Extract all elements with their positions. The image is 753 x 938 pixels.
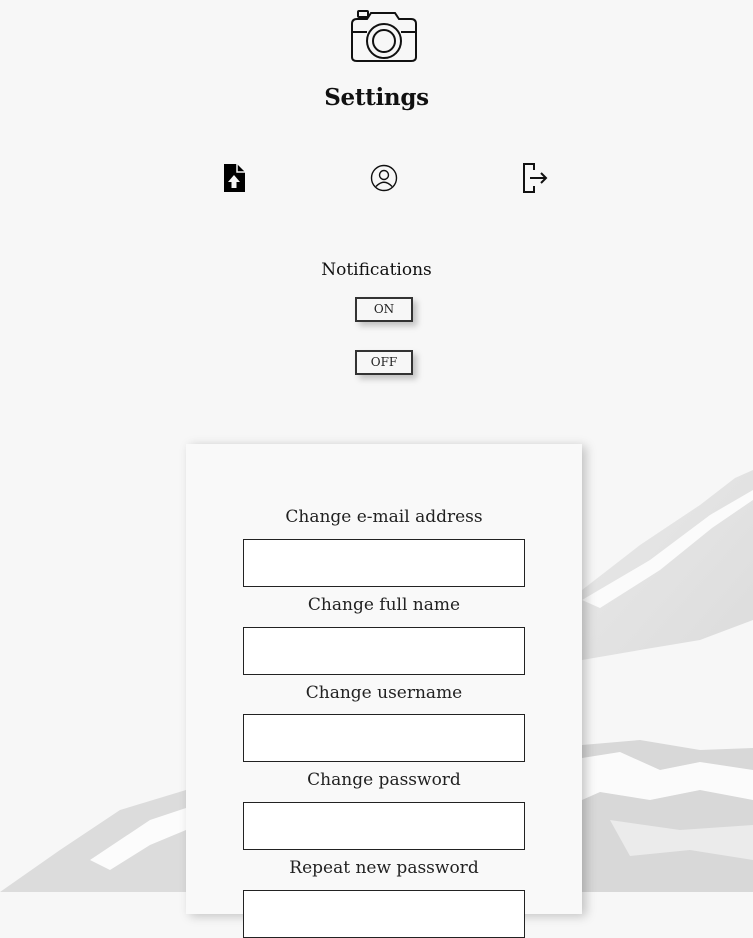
full-name-field[interactable] xyxy=(243,627,525,675)
camera-logo-icon xyxy=(349,10,419,64)
notifications-on-button[interactable]: ON xyxy=(355,297,413,322)
email-label: Change e-mail address xyxy=(285,507,483,527)
username-field[interactable] xyxy=(243,714,525,762)
repeat-password-label: Repeat new password xyxy=(289,858,479,878)
user-circle-icon[interactable] xyxy=(368,162,400,194)
full-name-label: Change full name xyxy=(307,595,461,615)
logout-icon[interactable] xyxy=(519,162,551,194)
email-field[interactable] xyxy=(243,539,525,587)
file-upload-icon[interactable] xyxy=(218,162,250,194)
username-label: Change username xyxy=(305,683,463,703)
notifications-label: Notifications xyxy=(321,260,432,280)
notifications-off-button[interactable]: OFF xyxy=(355,350,413,375)
password-label: Change password xyxy=(307,770,461,790)
repeat-password-field[interactable] xyxy=(243,890,525,938)
page-title: Settings xyxy=(324,84,429,111)
password-field[interactable] xyxy=(243,802,525,850)
account-settings-form: Change e-mail address Change full name C… xyxy=(186,444,582,938)
